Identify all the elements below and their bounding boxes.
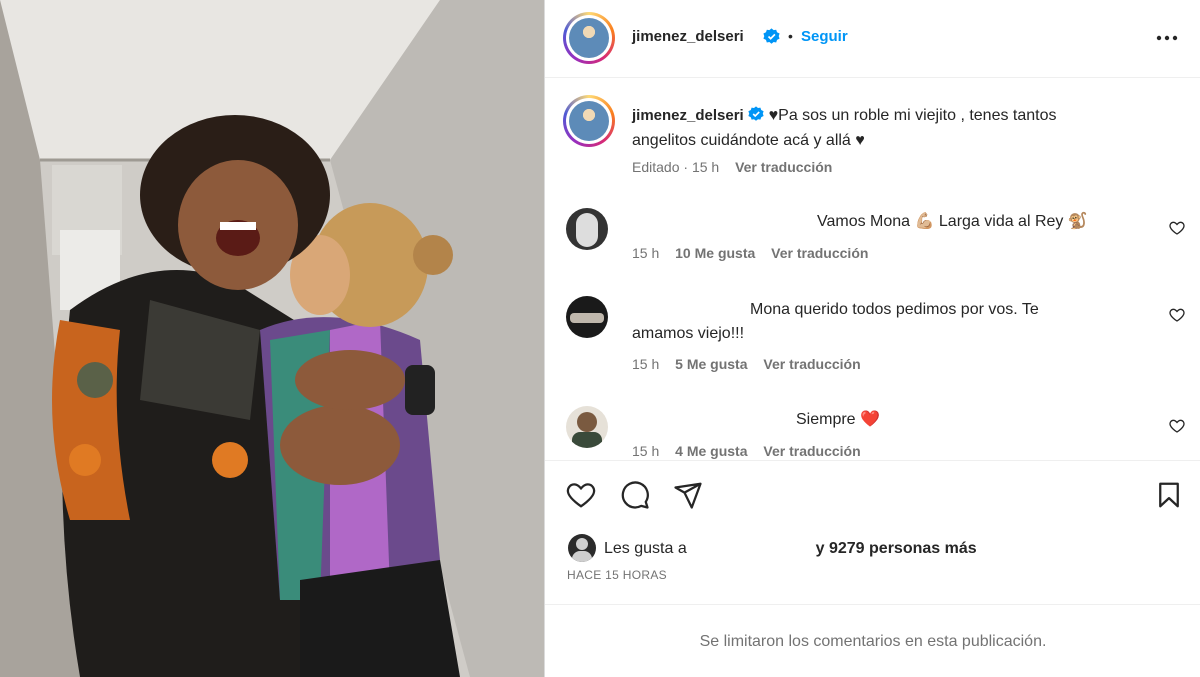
comment-avatar[interactable]	[566, 296, 608, 338]
save-bookmark-icon[interactable]	[1153, 480, 1185, 510]
comment-1-translate[interactable]: Ver traducción	[771, 245, 868, 261]
verified-badge-icon	[763, 28, 780, 45]
likes-prefix: Les gusta a	[604, 540, 687, 557]
likes-summary: Les gusta a y 9279 personas más	[604, 540, 977, 558]
likes-count[interactable]: y 9279 personas más	[816, 540, 977, 557]
caption-text: jimenez_delseri ♥Pa sos un roble mi viej…	[632, 103, 1152, 153]
caption-line1: ♥Pa sos un roble mi viejito , tenes tant…	[768, 107, 1057, 124]
header-dot: •	[788, 28, 793, 44]
comment-3-time[interactable]: 15 h	[632, 443, 659, 459]
caption-line2: angelitos cuidándote acá y allá ♥	[632, 132, 865, 149]
verified-badge-icon	[748, 105, 764, 121]
post-photo	[0, 0, 544, 677]
comment-2-translate[interactable]: Ver traducción	[763, 356, 860, 372]
comment-3-text: Siempre ❤️	[796, 411, 880, 428]
comment-bubble-icon[interactable]	[619, 480, 651, 510]
comment-1-meta: 15 h 10 Me gusta Ver traducción	[632, 245, 868, 261]
more-horizontal-icon[interactable]	[1155, 30, 1179, 46]
header-avatar[interactable]	[563, 12, 615, 64]
follow-button[interactable]: Seguir	[801, 28, 848, 45]
post-side-panel: jimenez_delseri • Seguir jimenez_delseri…	[544, 0, 1200, 677]
footer-divider	[545, 604, 1200, 605]
comment-2-likes[interactable]: 5 Me gusta	[675, 356, 747, 372]
comment-2-like-icon[interactable]	[1169, 307, 1185, 323]
comment-1-like-icon[interactable]	[1169, 220, 1185, 236]
photo-illustration	[0, 0, 544, 677]
comment-1-likes[interactable]: 10 Me gusta	[675, 245, 755, 261]
header-username[interactable]: jimenez_delseri	[632, 28, 744, 45]
caption-username[interactable]: jimenez_delseri	[632, 107, 744, 124]
caption-meta: Editado · 15 h Ver traducción	[632, 159, 832, 175]
comment-3-translate[interactable]: Ver traducción	[763, 443, 860, 459]
actions-divider	[545, 460, 1200, 461]
likes-avatar[interactable]	[568, 534, 596, 562]
comment-avatar[interactable]	[566, 406, 608, 448]
comment-2-text: Mona querido todos pedimos por vos. Te a…	[632, 301, 1039, 342]
post-timestamp[interactable]: HACE 15 HORAS	[567, 568, 667, 582]
comment-3-meta: 15 h 4 Me gusta Ver traducción	[632, 443, 861, 459]
meta-dot: ·	[683, 159, 692, 175]
caption-avatar[interactable]	[563, 95, 615, 147]
comment-2-time[interactable]: 15 h	[632, 356, 659, 372]
comment-avatar[interactable]	[566, 208, 608, 250]
post-header: jimenez_delseri • Seguir	[545, 0, 1200, 77]
caption-time[interactable]: 15 h	[692, 159, 719, 175]
comments-area[interactable]: jimenez_delseri ♥Pa sos un roble mi viej…	[545, 78, 1200, 460]
comments-limited-notice: Se limitaron los comentarios en esta pub…	[699, 633, 1047, 650]
comment-3-like-icon[interactable]	[1169, 418, 1185, 434]
caption-translate[interactable]: Ver traducción	[735, 159, 832, 175]
comment-3-likes[interactable]: 4 Me gusta	[675, 443, 747, 459]
comment-2-meta: 15 h 5 Me gusta Ver traducción	[632, 356, 861, 372]
caption-edited: Editado	[632, 159, 680, 175]
share-paper-plane-icon[interactable]	[672, 480, 704, 510]
comment-1-text: Vamos Mona 💪🏼 Larga vida al Rey 🐒	[817, 213, 1088, 230]
like-heart-icon[interactable]	[565, 480, 597, 510]
comment-1-time[interactable]: 15 h	[632, 245, 659, 261]
